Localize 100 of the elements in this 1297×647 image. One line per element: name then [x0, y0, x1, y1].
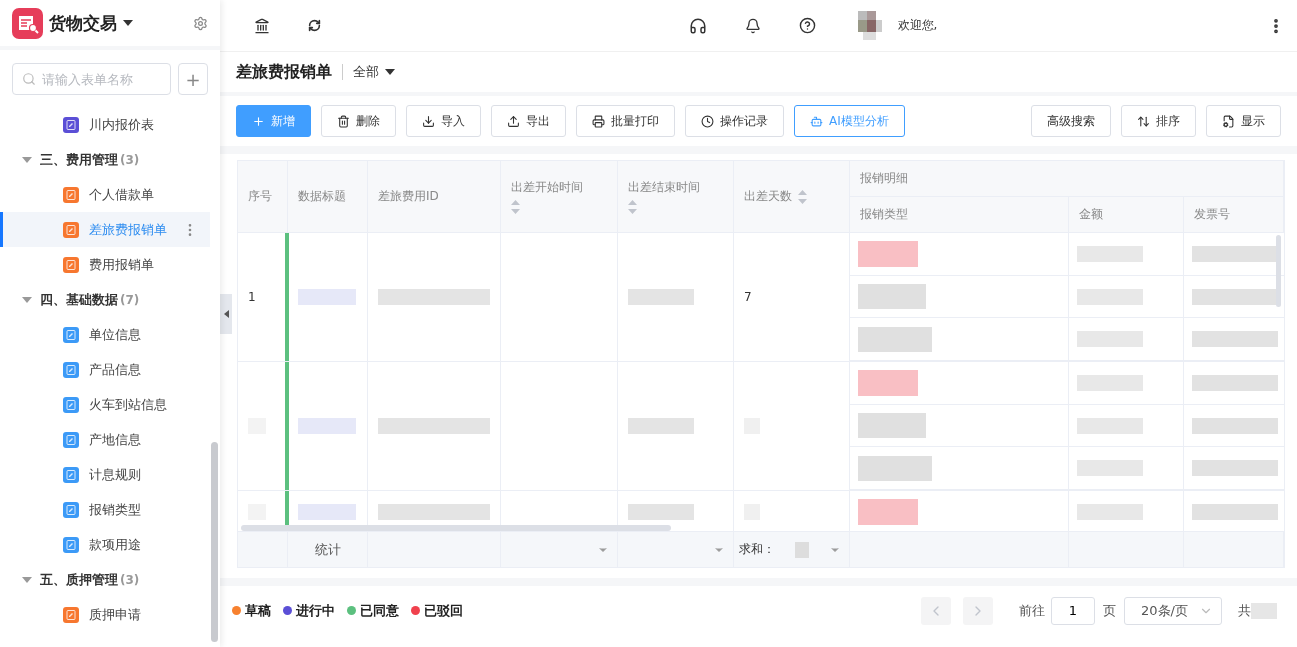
sidebar-group[interactable]: 三、费用管理(3) — [0, 142, 210, 177]
sort-icon[interactable] — [798, 189, 807, 204]
refresh-icon[interactable] — [308, 19, 321, 32]
item-label: 报销类型 — [89, 500, 141, 519]
item-label: 火车到站信息 — [89, 395, 167, 414]
welcome-text: 欢迎您, — [897, 17, 938, 34]
search-field[interactable]: 请输入表单名称 — [12, 63, 171, 95]
sum-label: 求和： — [739, 541, 775, 558]
clock-icon — [701, 114, 714, 128]
group-count: (3) — [120, 152, 140, 167]
toolbar-button[interactable]: 高级搜索 — [1031, 105, 1111, 137]
legend-item: 草稿 — [232, 601, 271, 620]
settings-icon[interactable] — [193, 15, 208, 31]
plus-icon — [252, 114, 265, 128]
filter-dropdown[interactable]: 全部 — [353, 63, 395, 81]
bell-icon[interactable] — [744, 17, 761, 34]
sidebar-item[interactable]: 报销类型 — [0, 492, 210, 527]
sidebar-item[interactable]: 计息规则 — [0, 457, 210, 492]
redacted-text — [1251, 602, 1277, 619]
upload-icon — [507, 114, 520, 128]
group-label: 四、基础数据 — [40, 290, 118, 309]
app-title[interactable]: 货物交易 — [49, 11, 117, 35]
collapse-handle[interactable] — [220, 294, 232, 334]
bank-icon[interactable] — [254, 17, 270, 34]
item-label: 个人借款单 — [89, 185, 154, 204]
column-header[interactable]: 出差开始时间 — [501, 161, 618, 233]
redacted-text — [298, 418, 356, 435]
item-label: 川内报价表 — [89, 115, 154, 134]
printer-icon — [592, 114, 605, 128]
item-label: 产地信息 — [89, 430, 141, 449]
redacted-text — [628, 418, 694, 435]
add-button[interactable]: + — [178, 63, 208, 95]
toolbar-button[interactable]: 显示 — [1206, 105, 1281, 137]
item-label: 单位信息 — [89, 325, 141, 344]
sidebar-group[interactable]: 四、基础数据(7) — [0, 282, 210, 317]
redacted-text — [858, 284, 926, 310]
column-header: 金额 — [1069, 197, 1184, 233]
goto-label: 前往 — [1019, 601, 1045, 620]
column-header[interactable]: 出差天数 — [734, 161, 850, 233]
redacted-text — [298, 289, 356, 306]
group-header: 报销明细 — [850, 161, 1284, 197]
toolbar-button[interactable]: 排序 — [1121, 105, 1196, 137]
sidebar-item[interactable]: 川内报价表 — [0, 107, 210, 142]
caret-icon[interactable] — [385, 68, 395, 76]
group-label: 三、费用管理 — [40, 150, 118, 169]
redacted-text — [628, 289, 694, 306]
group-count: (7) — [120, 292, 140, 307]
redacted-text — [298, 504, 356, 521]
trash-icon — [337, 114, 350, 128]
sidebar-item[interactable]: 费用报销单 — [0, 247, 210, 282]
legend-item: 已同意 — [347, 601, 399, 620]
robot-icon — [810, 114, 823, 128]
scrollbar[interactable] — [1276, 235, 1281, 307]
column-header: 报销类型 — [850, 197, 1069, 233]
sidebar-item[interactable]: 产品信息 — [0, 352, 210, 387]
sidebar-item[interactable]: 款项用途 — [0, 527, 210, 562]
sidebar-item[interactable]: 个人借款单 — [0, 177, 210, 212]
page-input[interactable]: 1 — [1051, 596, 1095, 625]
app-logo-icon — [12, 7, 43, 39]
sort-icon[interactable] — [628, 200, 637, 214]
redacted-text — [858, 369, 918, 396]
help-icon[interactable] — [798, 17, 816, 34]
redacted-text — [858, 413, 926, 439]
sidebar-item[interactable]: 火车到站信息 — [0, 387, 210, 422]
scrollbar[interactable] — [241, 525, 671, 531]
toolbar-button[interactable]: 操作记录 — [685, 105, 784, 137]
legend-item: 进行中 — [283, 601, 335, 620]
sidebar-item[interactable]: 单位信息 — [0, 317, 210, 352]
item-label: 产品信息 — [89, 360, 141, 379]
caret-icon[interactable] — [123, 19, 133, 27]
total-label: 共 — [1238, 601, 1251, 620]
column-header: 序号 — [238, 161, 288, 233]
toolbar-button[interactable]: 导出 — [491, 105, 566, 137]
group-count: (3) — [120, 572, 140, 587]
item-label: 费用报销单 — [89, 255, 154, 274]
sort-icon[interactable] — [511, 200, 520, 214]
toolbar-button[interactable]: 删除 — [321, 105, 396, 137]
column-header: 差旅费用ID — [368, 161, 501, 233]
search-icon — [22, 72, 36, 86]
page-title: 差旅费报销单 — [236, 61, 332, 83]
column-header: 数据标题 — [288, 161, 368, 233]
headset-icon[interactable] — [688, 16, 707, 35]
legend-item: 已驳回 — [411, 601, 463, 620]
sidebar-group[interactable]: 五、质押管理(3) — [0, 562, 210, 597]
column-header[interactable]: 出差结束时间 — [618, 161, 734, 233]
page-size-select[interactable]: 20条/页 — [1124, 596, 1222, 625]
scrollbar[interactable] — [211, 442, 218, 642]
summary-label: 统计 — [288, 532, 368, 567]
item-label: 质押申请 — [89, 605, 141, 624]
group-label: 五、质押管理 — [40, 570, 118, 589]
sidebar-item[interactable]: 产地信息 — [0, 422, 210, 457]
toolbar-button[interactable]: 批量打印 — [576, 105, 675, 137]
page-unit: 页 — [1103, 601, 1116, 620]
toolbar-button[interactable]: 导入 — [406, 105, 481, 137]
redacted-text — [858, 240, 918, 267]
redacted-text — [795, 541, 809, 558]
table-cell: 7 — [734, 233, 850, 362]
redacted-text — [628, 504, 694, 521]
sidebar-item[interactable]: 质押申请 — [0, 597, 210, 632]
item-label: 差旅费报销单 — [89, 220, 167, 239]
